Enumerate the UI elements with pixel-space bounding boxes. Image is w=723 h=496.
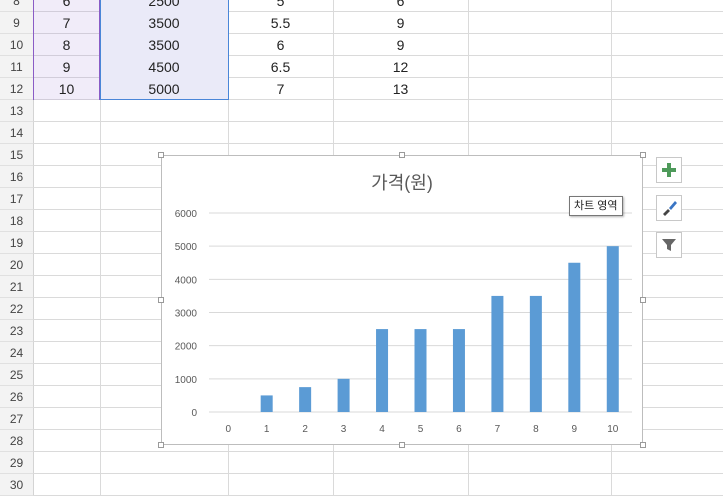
chart-handle-bm[interactable] (399, 442, 405, 448)
x-tick-label: 0 (225, 424, 231, 435)
chart-handle-tm[interactable] (399, 152, 405, 158)
table-cell-c[interactable]: 5.5 (228, 12, 333, 34)
bar-2[interactable] (299, 387, 312, 412)
y-tick-label: 0 (191, 408, 197, 419)
chart-handle-tl[interactable] (158, 152, 164, 158)
table-cell-a[interactable]: 6 (33, 0, 100, 12)
row-number[interactable]: 10 (0, 34, 33, 56)
row-number[interactable]: 14 (0, 122, 33, 144)
chart-filters-button[interactable] (656, 232, 682, 258)
bar-3[interactable] (337, 378, 350, 412)
table-cell-c[interactable]: 5 (228, 0, 333, 12)
row-number[interactable]: 28 (0, 430, 33, 452)
brush-icon (663, 201, 677, 216)
chart-handle-ml[interactable] (158, 297, 164, 303)
table-cell-d[interactable]: 9 (333, 12, 468, 34)
table-cell-a[interactable]: 8 (33, 34, 100, 56)
x-tick-label: 4 (379, 424, 385, 435)
x-tick-label: 9 (572, 424, 578, 435)
chart-handle-br[interactable] (640, 442, 646, 448)
chart-styles-button[interactable] (656, 195, 682, 221)
chart-handle-tr[interactable] (640, 152, 646, 158)
row-number[interactable]: 18 (0, 210, 33, 232)
y-tick-label: 5000 (175, 242, 198, 253)
table-cell-c[interactable]: 6 (228, 34, 333, 56)
row-gridline (33, 121, 723, 122)
row-number[interactable]: 11 (0, 56, 33, 78)
table-cell-a[interactable]: 7 (33, 12, 100, 34)
y-tick-label: 1000 (175, 375, 198, 386)
x-tick-label: 7 (495, 424, 501, 435)
table-cell-d[interactable]: 9 (333, 34, 468, 56)
bar-1[interactable] (260, 395, 273, 412)
x-tick-label: 8 (533, 424, 539, 435)
bar-10[interactable] (606, 246, 619, 412)
row-gridline (33, 451, 723, 452)
table-cell-d[interactable]: 13 (333, 78, 468, 100)
row-number[interactable]: 9 (0, 12, 33, 34)
table-cell-a[interactable]: 9 (33, 56, 100, 78)
plus-icon (662, 163, 676, 177)
x-tick-label: 6 (456, 424, 462, 435)
table-cell-b[interactable]: 3500 (100, 34, 228, 56)
row-number[interactable]: 19 (0, 232, 33, 254)
bar-6[interactable] (452, 329, 465, 412)
chart-elements-button[interactable] (656, 157, 682, 183)
row-gridline (33, 473, 723, 474)
row-number[interactable]: 26 (0, 386, 33, 408)
row-number[interactable]: 13 (0, 100, 33, 122)
table-cell-d[interactable]: 12 (333, 56, 468, 78)
row-number[interactable]: 30 (0, 474, 33, 496)
bar-9[interactable] (568, 262, 581, 412)
row-number[interactable]: 20 (0, 254, 33, 276)
bar-8[interactable] (529, 295, 542, 412)
chart-handle-bl[interactable] (158, 442, 164, 448)
y-tick-label: 6000 (175, 209, 198, 220)
chart-area-tooltip: 차트 영역 (569, 196, 623, 216)
row-number[interactable]: 8 (0, 0, 33, 12)
row-number[interactable]: 16 (0, 166, 33, 188)
y-tick-label: 4000 (175, 275, 198, 286)
row-number[interactable]: 17 (0, 188, 33, 210)
table-cell-a[interactable]: 10 (33, 78, 100, 100)
table-cell-c[interactable]: 6.5 (228, 56, 333, 78)
table-cell-b[interactable]: 2500 (100, 0, 228, 12)
table-cell-b[interactable]: 4500 (100, 56, 228, 78)
row-number[interactable]: 29 (0, 452, 33, 474)
row-number[interactable]: 23 (0, 320, 33, 342)
row-number[interactable]: 24 (0, 342, 33, 364)
row-number[interactable]: 21 (0, 276, 33, 298)
y-tick-label: 2000 (175, 342, 198, 353)
row-number[interactable]: 27 (0, 408, 33, 430)
bar-5[interactable] (414, 329, 427, 412)
bar-4[interactable] (376, 329, 389, 412)
x-tick-label: 1 (264, 424, 270, 435)
x-tick-label: 10 (607, 424, 619, 435)
row-number[interactable]: 15 (0, 144, 33, 166)
row-number[interactable]: 25 (0, 364, 33, 386)
table-cell-b[interactable]: 5000 (100, 78, 228, 100)
chart-handle-mr[interactable] (640, 297, 646, 303)
table-cell-c[interactable]: 7 (228, 78, 333, 100)
x-tick-label: 3 (341, 424, 347, 435)
filter-icon (662, 239, 676, 251)
chart-title: 가격(원) (371, 173, 433, 193)
table-cell-d[interactable]: 6 (333, 0, 468, 12)
row-gridline (33, 143, 723, 144)
x-tick-label: 5 (418, 424, 424, 435)
row-number[interactable]: 22 (0, 298, 33, 320)
y-tick-label: 3000 (175, 309, 198, 320)
table-cell-b[interactable]: 3500 (100, 12, 228, 34)
bar-7[interactable] (491, 295, 504, 412)
row-number[interactable]: 12 (0, 78, 33, 100)
x-tick-label: 2 (302, 424, 308, 435)
